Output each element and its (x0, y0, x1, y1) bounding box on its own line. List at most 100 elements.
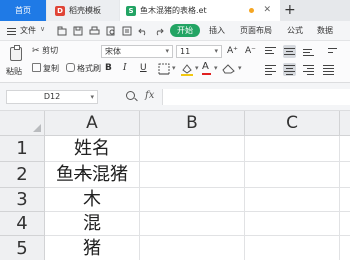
align-right-icon[interactable] (302, 63, 315, 76)
chevron-down-icon: ▾ (90, 93, 94, 101)
align-bottom-icon[interactable] (302, 45, 315, 58)
cell-b1[interactable] (140, 136, 245, 162)
tab-bar: 首页 D 稻壳模板 S 鱼木混猪的表格.et ✕ + (0, 0, 350, 21)
new-tab-button[interactable]: + (284, 2, 296, 18)
font-size-select[interactable]: 11 ▾ (176, 45, 222, 58)
cell-c3[interactable] (245, 188, 340, 212)
zoom-icon[interactable] (126, 91, 135, 100)
menu-insert[interactable]: 插入 (209, 25, 225, 36)
formula-input[interactable] (162, 89, 350, 105)
cell-d5[interactable] (340, 236, 350, 260)
bold-button[interactable]: B (105, 63, 112, 73)
save-icon[interactable] (73, 26, 83, 36)
menu-icon[interactable] (7, 28, 16, 35)
ribbon-toolbar: 粘贴 ✂ 剪切 复制 格式刷 宋体 ▾ 11 ▾ A⁺ A⁻ B I U ▾ ▾… (0, 41, 350, 83)
font-color-dropdown-icon[interactable]: ▾ (214, 64, 218, 72)
cut-button[interactable]: ✂ 剪切 (32, 45, 58, 56)
menu-file[interactable]: 文件 (20, 25, 36, 36)
menu-page-layout[interactable]: 页面布局 (240, 25, 272, 36)
copy-button[interactable]: 复制 (32, 63, 59, 74)
clear-dropdown-icon[interactable]: ▾ (238, 64, 242, 72)
print-preview-icon[interactable] (106, 26, 116, 36)
redo-icon[interactable] (154, 26, 164, 36)
select-all-corner[interactable] (0, 111, 45, 136)
file-dropdown-icon[interactable]: ∨ (40, 25, 45, 33)
menu-start[interactable]: 开始 (170, 24, 200, 37)
insert-function-button[interactable]: fx (145, 90, 154, 101)
cell-b4[interactable] (140, 212, 245, 236)
cell-c4[interactable] (245, 212, 340, 236)
cell-a1[interactable]: 姓名 (45, 136, 140, 162)
cell-b3[interactable] (140, 188, 245, 212)
italic-button[interactable]: I (123, 63, 127, 73)
justify-icon[interactable] (322, 63, 335, 76)
tab-spreadsheet[interactable]: S 鱼木混猪的表格.et ✕ (120, 0, 280, 21)
row-header-4[interactable]: 4 (0, 212, 45, 236)
font-color-icon[interactable]: A (202, 61, 211, 75)
cell-d3[interactable] (340, 188, 350, 212)
name-box[interactable]: D12 ▾ (6, 90, 98, 104)
font-size-value: 11 (180, 47, 191, 56)
open-folder-icon[interactable] (57, 26, 67, 36)
fill-dropdown-icon[interactable]: ▾ (195, 64, 199, 72)
paste-button[interactable]: 粘贴 (6, 45, 30, 79)
cell-a4[interactable]: 混 (45, 212, 140, 236)
align-center-icon[interactable] (283, 63, 296, 76)
align-top-icon[interactable] (264, 45, 277, 58)
tab-home[interactable]: 首页 (0, 0, 46, 21)
cell-c1[interactable] (245, 136, 340, 162)
format-painter-label: 格式刷 (77, 64, 101, 73)
brush-icon (66, 63, 75, 72)
cell-a5[interactable]: 猪 (45, 236, 140, 260)
cell-b2[interactable] (140, 162, 245, 188)
column-header-d[interactable] (340, 111, 350, 136)
row-header-1[interactable]: 1 (0, 136, 45, 162)
fill-color-icon[interactable] (180, 62, 194, 76)
cell-c5[interactable] (245, 236, 340, 260)
column-header-b[interactable]: B (140, 111, 245, 136)
border-dropdown-icon[interactable]: ▾ (172, 64, 176, 72)
paste-label: 粘贴 (6, 67, 22, 76)
tab-home-label: 首页 (15, 6, 31, 15)
row-header-2[interactable]: 2 (0, 162, 45, 188)
cell-a2[interactable]: 鱼木混猪 (45, 162, 140, 188)
menu-data[interactable]: 数据 (317, 25, 333, 36)
close-tab-icon[interactable]: ✕ (263, 5, 271, 15)
align-left-icon[interactable] (264, 63, 277, 76)
print-icon[interactable] (89, 26, 100, 36)
grow-font-button[interactable]: A⁺ (227, 46, 238, 56)
menu-formula[interactable]: 公式 (287, 25, 303, 36)
cell-c2[interactable] (245, 162, 340, 188)
format-painter-button[interactable]: 格式刷 (66, 63, 101, 74)
cut-label: 剪切 (42, 46, 59, 55)
row-header-3[interactable]: 3 (0, 188, 45, 212)
copy-icon (32, 63, 41, 72)
cell-d4[interactable] (340, 212, 350, 236)
column-header-c[interactable]: C (245, 111, 340, 136)
align-middle-icon[interactable] (283, 45, 296, 58)
chevron-down-icon: ▾ (165, 47, 169, 55)
eraser-icon[interactable] (222, 63, 235, 74)
shrink-font-button[interactable]: A⁻ (245, 46, 256, 56)
column-header-a[interactable]: A (45, 111, 140, 136)
spreadsheet-grid: A B C 1 2 3 4 5 姓名 鱼木混猪 木 混 猪 (0, 111, 350, 260)
cell-d1[interactable] (340, 136, 350, 162)
tab-template[interactable]: D 稻壳模板 (47, 0, 119, 21)
menu-bar: 文件 ∨ 开始 插入 页面布局 公式 数据 (0, 21, 350, 41)
wrap-text-icon[interactable] (327, 45, 340, 58)
copy-label: 复制 (43, 64, 59, 73)
cell-b5[interactable] (140, 236, 245, 260)
underline-button[interactable]: U (140, 63, 147, 73)
undo-icon[interactable] (138, 26, 148, 36)
row-header-5[interactable]: 5 (0, 236, 45, 260)
unsaved-dot-icon (249, 8, 254, 13)
cell-a2-text-end: 混猪 (92, 164, 128, 185)
cell-a3[interactable]: 木 (45, 188, 140, 212)
font-name-value: 宋体 (105, 47, 121, 56)
export-pdf-icon[interactable] (122, 26, 132, 36)
cell-d2[interactable] (340, 162, 350, 188)
spreadsheet-icon: S (126, 5, 136, 16)
strikethrough-text: 木 (74, 164, 92, 185)
border-icon[interactable] (158, 63, 170, 75)
font-name-select[interactable]: 宋体 ▾ (101, 45, 173, 58)
